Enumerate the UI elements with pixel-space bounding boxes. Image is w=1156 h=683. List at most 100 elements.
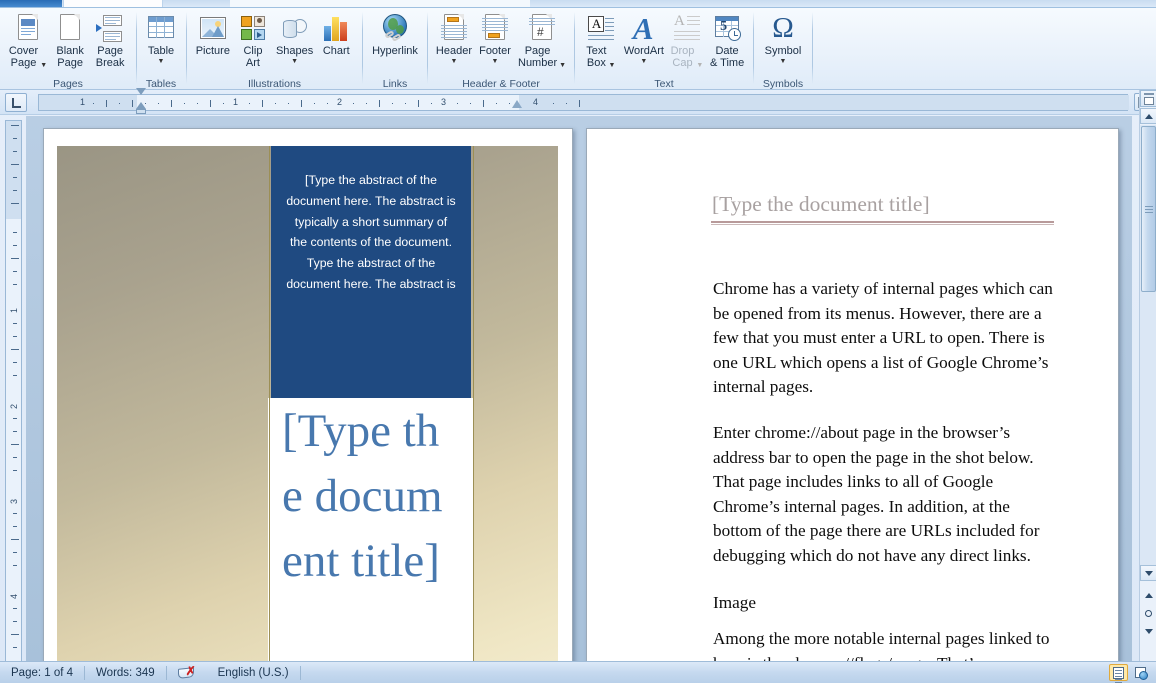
footer-button[interactable]: Footer ▼ bbox=[475, 11, 515, 65]
horizontal-ruler[interactable]: 1 1 2 3 4 bbox=[38, 94, 1129, 111]
view-buttons-group bbox=[1109, 664, 1156, 683]
hyperlink-label: Hyperlink bbox=[372, 45, 418, 57]
chevron-down-icon[interactable]: ▼ bbox=[450, 58, 457, 65]
ruler-number: 1 bbox=[80, 97, 86, 107]
ribbon-group-symbols: Ω Symbol ▼ Symbols bbox=[754, 8, 812, 90]
double-arrow-up-icon bbox=[1144, 593, 1153, 598]
cover-page-icon bbox=[12, 13, 44, 45]
chevron-down-icon[interactable]: ▼ bbox=[559, 62, 566, 69]
wordart-label: WordArt bbox=[623, 45, 664, 57]
chevron-down-icon[interactable]: ▼ bbox=[608, 62, 615, 69]
chevron-down-icon[interactable]: ▼ bbox=[291, 58, 298, 65]
right-indent-marker[interactable] bbox=[512, 100, 522, 108]
vertical-scrollbar[interactable] bbox=[1139, 90, 1156, 661]
scrollbar-thumb[interactable] bbox=[1141, 126, 1156, 292]
chevron-down-icon[interactable]: ▼ bbox=[492, 58, 499, 65]
document-canvas[interactable]: [Type the abstract of the document here.… bbox=[26, 116, 1132, 665]
vertical-ruler[interactable]: 1 2 3 4 bbox=[5, 120, 22, 665]
triangle-up-icon bbox=[1144, 113, 1153, 119]
chart-button[interactable]: Chart bbox=[316, 11, 356, 58]
chevron-down-icon[interactable]: ▼ bbox=[780, 58, 787, 65]
status-language[interactable]: English (U.S.) bbox=[207, 662, 300, 683]
body-paragraph[interactable]: Among the more notable internal pages li… bbox=[713, 627, 1053, 665]
chart-label: Chart bbox=[322, 45, 350, 57]
group-label-pages: Pages bbox=[53, 78, 83, 90]
scroll-down-button[interactable] bbox=[1140, 565, 1156, 581]
ribbon-insert-tab: Cover Page ▼ Blank Page Page Break Pages… bbox=[0, 8, 1156, 90]
table-icon bbox=[145, 13, 177, 45]
chevron-down-icon[interactable]: ▼ bbox=[640, 58, 647, 65]
footer-icon bbox=[479, 13, 511, 45]
chevron-down-icon[interactable]: ▼ bbox=[158, 58, 165, 65]
document-title-placeholder[interactable]: [Type the document title] bbox=[712, 191, 1055, 217]
body-paragraph[interactable]: Chrome has a variety of internal pages w… bbox=[713, 277, 1053, 400]
wordart-icon: A bbox=[632, 11, 654, 46]
chevron-down-icon[interactable]: ▼ bbox=[40, 62, 47, 69]
header-label: Header bbox=[435, 45, 472, 57]
abstract-text-box[interactable]: [Type the abstract of the document here.… bbox=[271, 146, 471, 398]
symbol-label: Symbol bbox=[764, 45, 802, 57]
document-page-content[interactable]: [Type the document title] Chrome has a v… bbox=[586, 128, 1119, 665]
hanging-indent-marker[interactable] bbox=[136, 102, 146, 109]
clip-art-icon bbox=[237, 13, 269, 45]
picture-button[interactable]: Picture bbox=[193, 11, 233, 58]
split-bar-icon bbox=[1144, 93, 1154, 95]
page-number-button[interactable]: # Page Number ▼ bbox=[515, 11, 569, 69]
ribbon-group-tables: Table ▼ Tables bbox=[137, 8, 185, 90]
symbol-omega-icon: Ω bbox=[772, 12, 794, 44]
status-divider bbox=[299, 665, 301, 680]
browse-object-circle-icon bbox=[1145, 610, 1152, 617]
blank-page-button[interactable]: Blank Page bbox=[50, 11, 90, 69]
top-margin-zone bbox=[6, 121, 21, 219]
date-and-time-label: Date & Time bbox=[709, 45, 745, 69]
page-break-button[interactable]: Page Break bbox=[90, 11, 130, 69]
triangle-down-icon bbox=[1144, 570, 1153, 576]
page-break-label: Page Break bbox=[95, 45, 125, 69]
drop-cap-label: Drop Cap bbox=[670, 45, 695, 69]
clip-art-label: Clip Art bbox=[243, 45, 263, 69]
vruler-number: 1 bbox=[9, 307, 19, 313]
body-paragraph[interactable]: Enter chrome://about page in the browser… bbox=[713, 421, 1053, 568]
status-page-indicator[interactable]: Page: 1 of 4 bbox=[0, 662, 84, 683]
table-label: Table bbox=[147, 45, 175, 57]
tab-stop-selector[interactable] bbox=[5, 93, 27, 112]
status-word-count[interactable]: Words: 349 bbox=[85, 662, 166, 683]
left-indent-marker[interactable] bbox=[136, 109, 146, 114]
chevron-down-icon[interactable]: ▼ bbox=[696, 62, 703, 69]
select-browse-object-button[interactable] bbox=[1141, 606, 1156, 621]
tab-active-sliver[interactable] bbox=[0, 0, 62, 7]
scroll-up-button[interactable] bbox=[1140, 108, 1156, 124]
split-window-button[interactable] bbox=[1140, 90, 1156, 107]
group-label-illustrations: Illustrations bbox=[247, 78, 302, 90]
ruler-number: 2 bbox=[337, 97, 343, 107]
shapes-button[interactable]: Shapes ▼ bbox=[273, 11, 316, 65]
shapes-label: Shapes bbox=[275, 45, 314, 57]
text-box-button[interactable]: A Text Box ▼ bbox=[581, 11, 621, 69]
header-button[interactable]: Header ▼ bbox=[433, 11, 475, 65]
hyperlink-button[interactable]: Hyperlink bbox=[369, 11, 421, 58]
status-proofing-button[interactable]: ✗ bbox=[167, 662, 207, 683]
clip-art-button[interactable]: Clip Art bbox=[233, 11, 273, 69]
body-paragraph-image-caption[interactable]: Image bbox=[713, 591, 1053, 616]
wordart-button[interactable]: A WordArt ▼ bbox=[621, 11, 667, 65]
web-layout-view-button[interactable] bbox=[1131, 664, 1150, 681]
drop-cap-icon: A bbox=[671, 13, 703, 45]
document-page-cover[interactable]: [Type the abstract of the document here.… bbox=[43, 128, 573, 665]
cover-page-button[interactable]: Cover Page ▼ bbox=[6, 11, 50, 69]
table-button[interactable]: Table ▼ bbox=[141, 11, 181, 65]
cover-title-placeholder[interactable]: [Type the document title] bbox=[282, 399, 460, 594]
first-line-indent-marker[interactable] bbox=[136, 88, 146, 95]
cover-page-label: Cover Page bbox=[8, 45, 39, 69]
shapes-icon bbox=[279, 13, 311, 45]
tab-sliver-secondary[interactable] bbox=[63, 0, 163, 7]
previous-page-button[interactable] bbox=[1141, 588, 1156, 603]
left-tab-icon bbox=[12, 98, 21, 108]
hyperlink-icon bbox=[379, 13, 411, 45]
symbol-button[interactable]: Ω Symbol ▼ bbox=[762, 11, 805, 65]
cover-rule-right bbox=[473, 146, 474, 665]
ribbon-group-illustrations: Picture Clip Art Shapes ▼ Chart Illustra… bbox=[187, 8, 362, 90]
print-layout-view-button[interactable] bbox=[1109, 664, 1128, 683]
drop-cap-button[interactable]: A Drop Cap ▼ bbox=[667, 11, 707, 70]
next-page-button[interactable] bbox=[1141, 624, 1156, 639]
date-and-time-button[interactable]: 5 Date & Time bbox=[707, 11, 747, 69]
